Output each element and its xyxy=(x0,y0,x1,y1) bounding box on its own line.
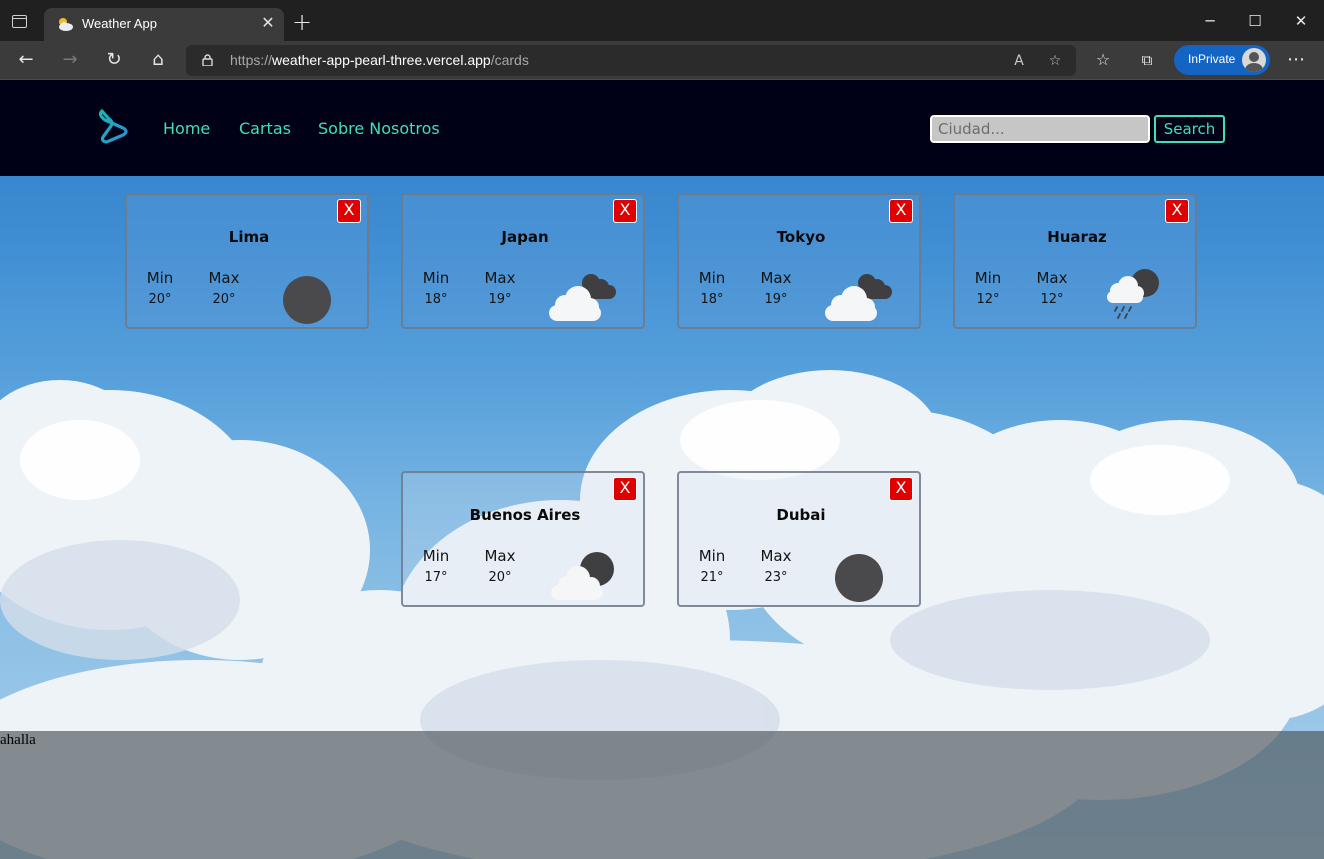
min-label: Min xyxy=(422,269,450,287)
card-city-name: Lima xyxy=(228,228,270,246)
url-text: https://weather-app-pearl-three.vercel.a… xyxy=(230,52,529,68)
close-window-icon[interactable]: ✕ xyxy=(1286,8,1316,34)
city-card-tokyo: X Tokyo Min Max 18° 19° xyxy=(677,193,921,329)
min-label: Min xyxy=(422,547,450,565)
avatar xyxy=(1242,48,1266,72)
search-button[interactable]: Search xyxy=(1154,115,1225,143)
max-temp: 19° xyxy=(488,292,512,307)
minimize-icon[interactable]: ─ xyxy=(1195,8,1225,34)
weather-favicon-icon xyxy=(59,18,73,31)
home-icon[interactable]: ⌂ xyxy=(145,48,171,72)
min-label: Min xyxy=(146,269,174,287)
min-label: Min xyxy=(698,547,726,565)
refresh-icon[interactable]: ↻ xyxy=(101,48,127,72)
max-temp: 19° xyxy=(764,292,788,307)
max-label: Max xyxy=(760,269,792,287)
card-city-name: Buenos Aires xyxy=(469,506,581,524)
min-temp: 17° xyxy=(424,570,448,585)
max-temp: 23° xyxy=(764,570,788,585)
inprivate-button[interactable]: InPrivate xyxy=(1174,45,1270,75)
min-label: Min xyxy=(974,269,1002,287)
nav-link-sobre-nosotros[interactable]: Sobre Nosotros xyxy=(318,119,440,138)
nav-link-cartas[interactable]: Cartas xyxy=(239,119,291,138)
collections-icon[interactable]: ⧉ xyxy=(1134,48,1160,72)
card-city-name: Huaraz xyxy=(1047,228,1107,246)
max-temp: 12° xyxy=(1040,292,1064,307)
card-city-name: Dubai xyxy=(776,506,826,524)
partly-cloudy-night-icon xyxy=(551,552,614,600)
page-viewport: Home Cartas Sobre Nosotros Search X Lima… xyxy=(0,80,1324,859)
max-label: Max xyxy=(484,269,516,287)
max-label: Max xyxy=(208,269,240,287)
nav-link-home[interactable]: Home xyxy=(163,119,210,138)
lock-icon xyxy=(202,54,213,66)
min-temp: 20° xyxy=(148,292,172,307)
tab-actions-icon[interactable] xyxy=(12,15,27,28)
close-card-button[interactable]: X xyxy=(889,477,913,501)
min-label: Min xyxy=(698,269,726,287)
broken-clouds-icon xyxy=(549,274,616,321)
inprivate-label: InPrivate xyxy=(1188,52,1236,66)
tab-title: Weather App xyxy=(82,16,157,31)
browser-tab-bar: Weather App ✕ + ─ ☐ ✕ xyxy=(0,0,1324,41)
navbar: Home Cartas Sobre Nosotros Search xyxy=(0,80,1324,176)
rain-night-icon xyxy=(1107,269,1159,319)
close-card-button[interactable]: X xyxy=(1165,199,1189,223)
min-temp: 12° xyxy=(976,292,1000,307)
min-temp: 21° xyxy=(700,570,724,585)
close-card-button[interactable]: X xyxy=(889,199,913,223)
tab-close-icon[interactable]: ✕ xyxy=(258,13,278,33)
dark-circle-icon xyxy=(283,276,331,324)
close-card-button[interactable]: X xyxy=(613,477,637,501)
max-temp: 20° xyxy=(212,292,236,307)
forward-icon[interactable]: → xyxy=(57,48,83,72)
city-card-buenos-aires: X Buenos Aires Min Max 17° 20° xyxy=(401,471,645,607)
browser-tab[interactable]: Weather App ✕ xyxy=(44,8,284,41)
close-card-button[interactable]: X xyxy=(613,199,637,223)
favorites-icon[interactable]: ☆ xyxy=(1090,48,1116,72)
footer-text: ahalla xyxy=(0,732,36,748)
city-card-japan: X Japan Min Max 18° 19° xyxy=(401,193,645,329)
new-tab-icon[interactable]: + xyxy=(290,10,314,35)
city-card-lima: X Lima Min Max 20° 20° xyxy=(125,193,369,329)
footer-overlay xyxy=(0,731,1324,859)
url-field[interactable]: https://weather-app-pearl-three.vercel.a… xyxy=(186,45,1076,76)
back-icon[interactable]: ← xyxy=(13,48,39,72)
card-city-name: Tokyo xyxy=(776,228,826,246)
logo-icon[interactable] xyxy=(97,107,133,145)
address-bar: ← → ↻ ⌂ https://weather-app-pearl-three.… xyxy=(0,41,1324,80)
add-favorite-icon[interactable]: ☆ xyxy=(1044,50,1066,72)
card-city-name: Japan xyxy=(501,228,549,246)
min-temp: 18° xyxy=(700,292,724,307)
broken-clouds-icon xyxy=(825,274,892,321)
read-aloud-icon[interactable]: A xyxy=(1008,50,1030,72)
city-card-huaraz: X Huaraz Min Max 12° 12° xyxy=(953,193,1197,329)
city-card-dubai: X Dubai Min Max 21° 23° xyxy=(677,471,921,607)
city-search-input[interactable] xyxy=(930,115,1150,143)
dark-circle-icon xyxy=(835,554,883,602)
max-label: Max xyxy=(760,547,792,565)
maximize-icon[interactable]: ☐ xyxy=(1240,8,1270,34)
max-label: Max xyxy=(1036,269,1068,287)
min-temp: 18° xyxy=(424,292,448,307)
close-card-button[interactable]: X xyxy=(337,199,361,223)
max-temp: 20° xyxy=(488,570,512,585)
max-label: Max xyxy=(484,547,516,565)
more-options-icon[interactable]: ⋯ xyxy=(1283,48,1309,72)
